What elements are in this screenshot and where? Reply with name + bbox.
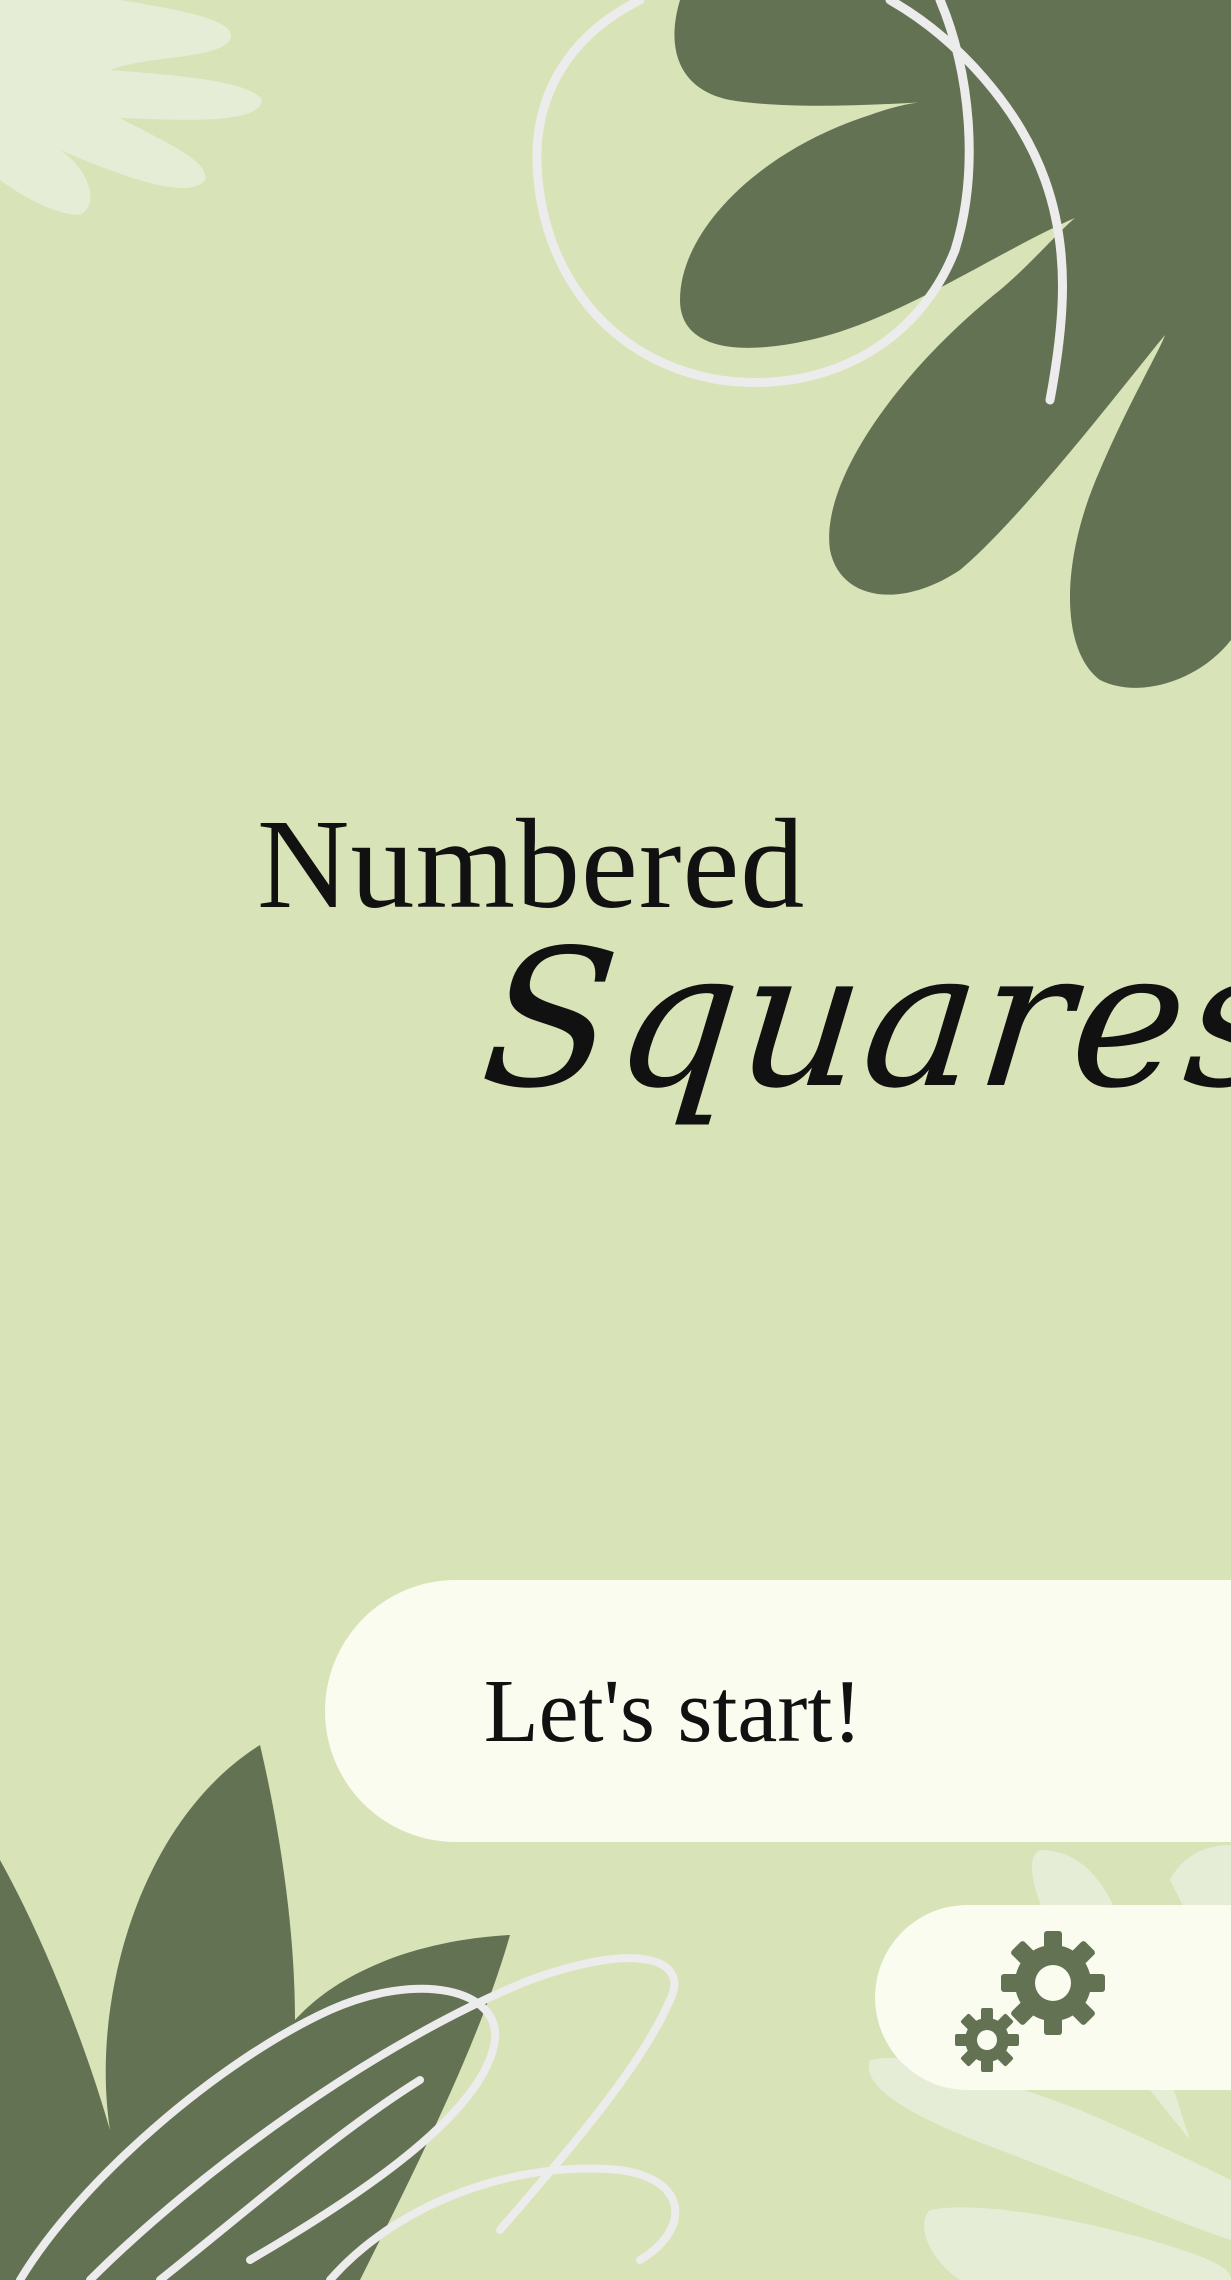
game-title: Numbered Squares <box>0 0 1231 1200</box>
settings-button[interactable] <box>875 1905 1231 2090</box>
gears-icon <box>955 1931 1105 2072</box>
start-button[interactable]: Let's start! <box>325 1580 1231 1842</box>
bottom-left-scribbles <box>16 1954 680 2280</box>
title-line-squares: Squares <box>473 909 1231 1130</box>
start-button-label: Let's start! <box>483 1661 863 1761</box>
